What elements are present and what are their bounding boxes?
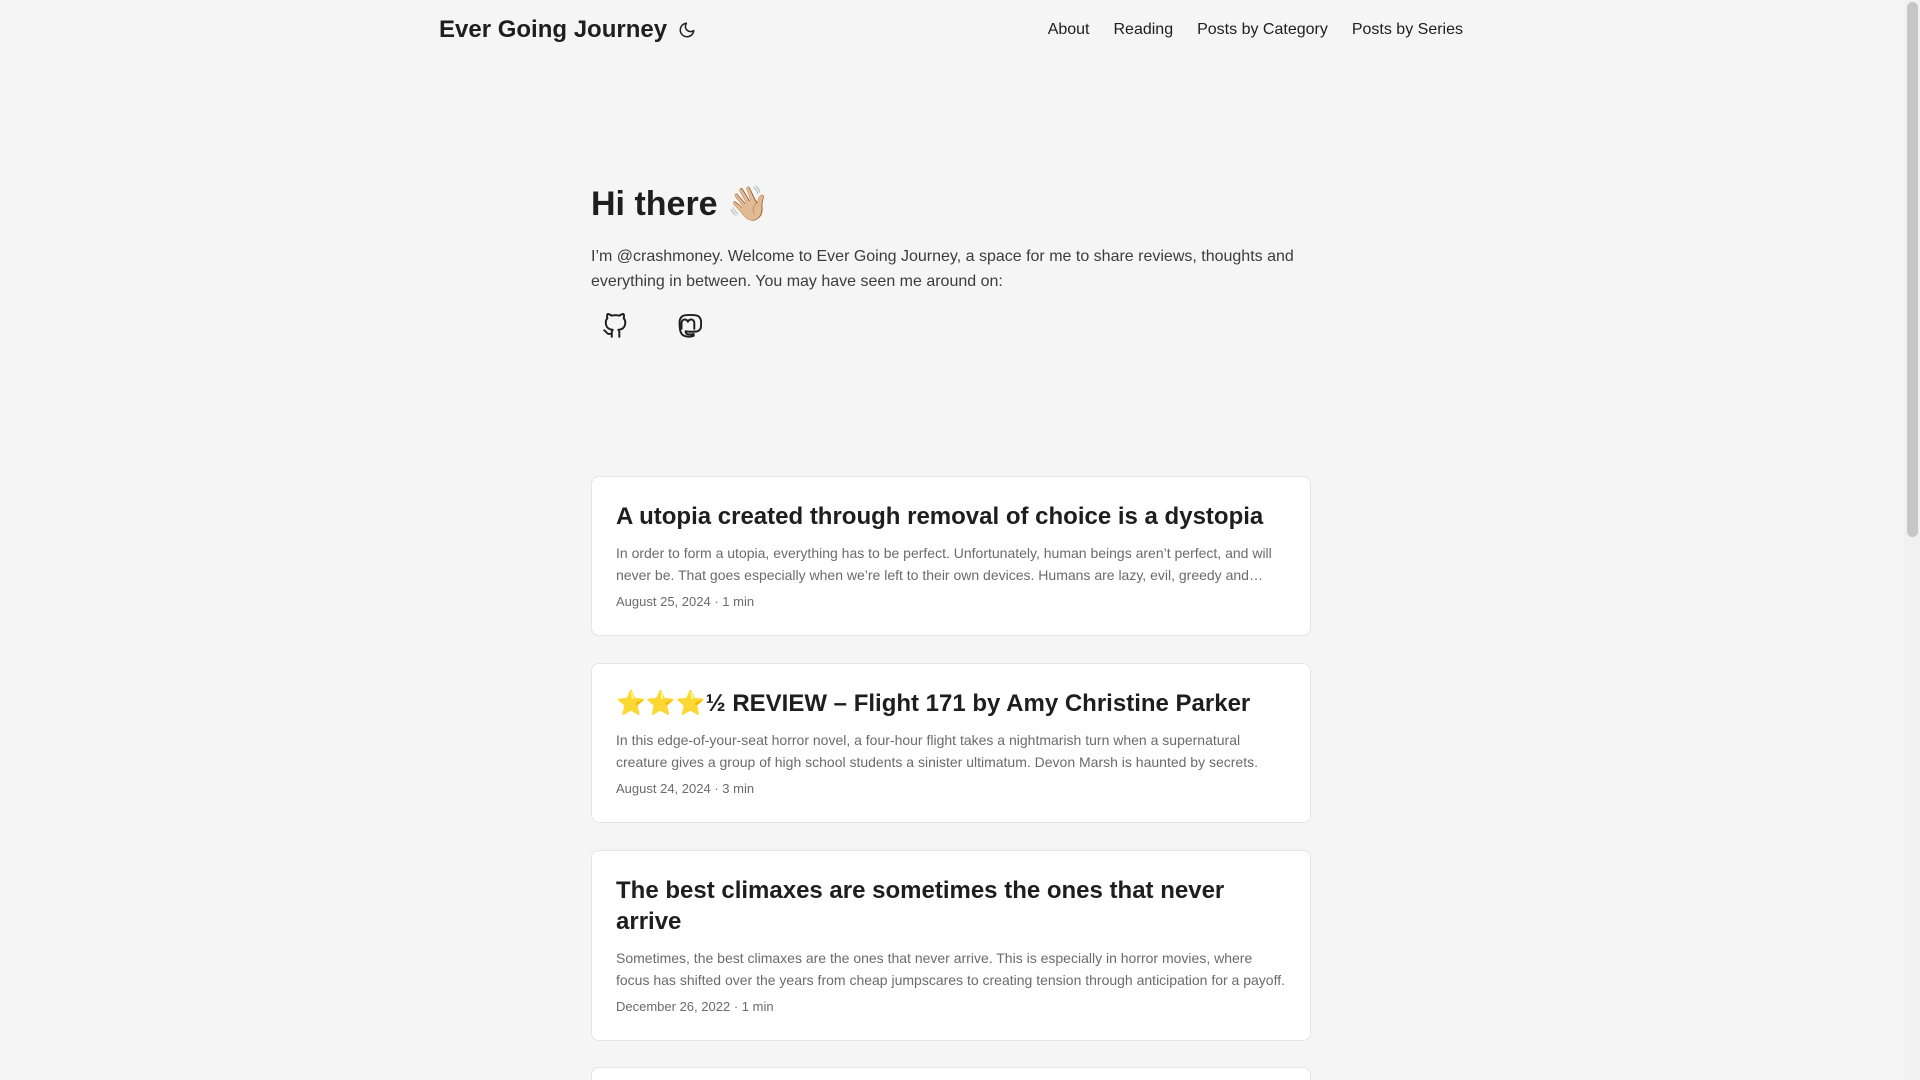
post-title[interactable]: A utopia created through removal of choi… (616, 501, 1286, 532)
post-date: August 25, 2024 (616, 593, 711, 609)
moon-icon[interactable] (675, 18, 699, 42)
intro-text: I’m @crashmoney. Welcome to Ever Going J… (591, 248, 1294, 290)
post-card-partial[interactable] (591, 1067, 1311, 1080)
post-date: December 26, 2022 (616, 998, 731, 1014)
vertical-scrollbar[interactable] (1904, 0, 1920, 1080)
post-title[interactable]: ⭐⭐⭐½ REVIEW – Flight 171 by Amy Christin… (616, 688, 1286, 719)
post-card[interactable]: ⭐⭐⭐½ REVIEW – Flight 171 by Amy Christin… (591, 663, 1311, 823)
site-header: Ever Going Journey About Reading Posts b… (0, 0, 1904, 60)
main-nav: About Reading Posts by Category Posts by… (1048, 18, 1463, 42)
mastodon-icon[interactable] (675, 312, 703, 340)
post-card[interactable]: The best climaxes are sometimes the ones… (591, 850, 1311, 1041)
meta-separator: · (714, 593, 719, 609)
post-card[interactable]: A utopia created through removal of choi… (591, 476, 1311, 636)
post-summary: In order to form a utopia, everything ha… (616, 545, 1272, 584)
social-links (591, 312, 1311, 340)
nav-posts-by-category[interactable]: Posts by Category (1197, 21, 1328, 38)
intro-section: Hi there 👋🏼 I’m @crashmoney. Welcome to … (591, 176, 1311, 340)
post-meta: December 26, 2022 · 1 min (616, 998, 1286, 1040)
github-icon[interactable] (601, 312, 629, 340)
nav-about[interactable]: About (1048, 21, 1090, 38)
post-meta: August 24, 2024 · 3 min (616, 780, 1286, 822)
nav-posts-by-series[interactable]: Posts by Series (1352, 21, 1463, 38)
meta-separator: · (714, 780, 719, 796)
post-meta: August 25, 2024 · 1 min (616, 593, 1286, 635)
nav-reading[interactable]: Reading (1114, 21, 1174, 38)
page: Ever Going Journey About Reading Posts b… (0, 0, 1920, 1080)
post-reading-time: 1 min (741, 998, 774, 1014)
meta-separator: · (733, 998, 739, 1014)
intro-title: Hi there 👋🏼 (591, 185, 770, 223)
site-title-link[interactable]: Ever Going Journey (439, 14, 667, 46)
scrollbar-thumb[interactable] (1907, 2, 1918, 537)
post-reading-time: 1 min (722, 593, 755, 609)
post-reading-time: 3 min (722, 780, 755, 796)
post-title[interactable]: The best climaxes are sometimes the ones… (616, 875, 1286, 937)
post-summary: Sometimes, the best climaxes are the one… (616, 950, 1286, 989)
post-summary: In this edge-of-your-seat horror novel, … (616, 732, 1258, 771)
post-date: August 24, 2024 (616, 780, 711, 796)
